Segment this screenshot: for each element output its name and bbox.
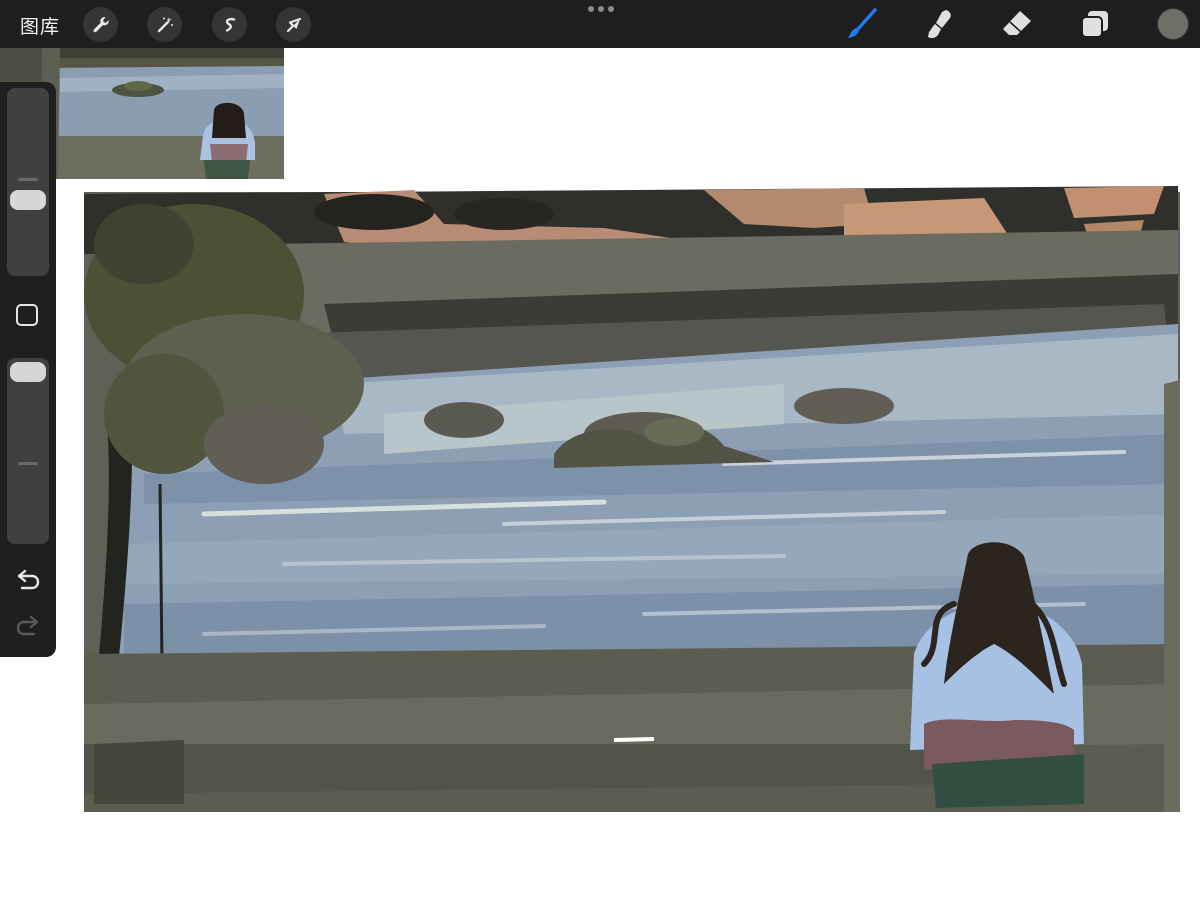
slider-tick: [18, 462, 38, 465]
slider-tick: [18, 178, 38, 181]
undo-icon-glyph: [17, 569, 40, 590]
gallery-button[interactable]: 图库: [20, 12, 60, 39]
color-swatch[interactable]: [1157, 8, 1189, 40]
brush-icon[interactable]: [845, 7, 879, 41]
smudge-icon-glyph: [928, 10, 951, 39]
redo-icon[interactable]: [14, 614, 42, 640]
magic-wand-icon-glyph: [157, 16, 173, 32]
painting-canvas[interactable]: [84, 184, 1180, 812]
brush-size-thumb[interactable]: [10, 190, 46, 210]
wrench-icon[interactable]: [83, 7, 118, 42]
layers-icon[interactable]: [1078, 7, 1112, 41]
wrench-icon-glyph: [93, 16, 109, 32]
brush-size-slider[interactable]: [7, 88, 49, 276]
eraser-icon-glyph: [1003, 11, 1031, 35]
arrow-cursor-icon-glyph: [286, 17, 301, 32]
undo-icon[interactable]: [14, 568, 42, 594]
opacity-slider[interactable]: [7, 358, 49, 544]
lake-painting: [84, 186, 1180, 812]
selection-icon-glyph: [225, 17, 235, 32]
brush-icon-glyph: [848, 8, 877, 38]
layers-icon-glyph: [1081, 11, 1108, 38]
redo-icon-glyph: [16, 615, 39, 636]
arrow-cursor-icon[interactable]: [276, 7, 311, 42]
left-sidebar: [0, 82, 56, 657]
selection-icon[interactable]: [212, 7, 247, 42]
magic-wand-icon[interactable]: [147, 7, 182, 42]
eraser-icon[interactable]: [1000, 7, 1034, 41]
drag-handle-dots[interactable]: [588, 6, 614, 14]
smudge-icon[interactable]: [922, 7, 956, 41]
square-icon[interactable]: [16, 304, 38, 326]
opacity-thumb[interactable]: [10, 362, 46, 382]
top-toolbar: 图库: [0, 0, 1200, 48]
